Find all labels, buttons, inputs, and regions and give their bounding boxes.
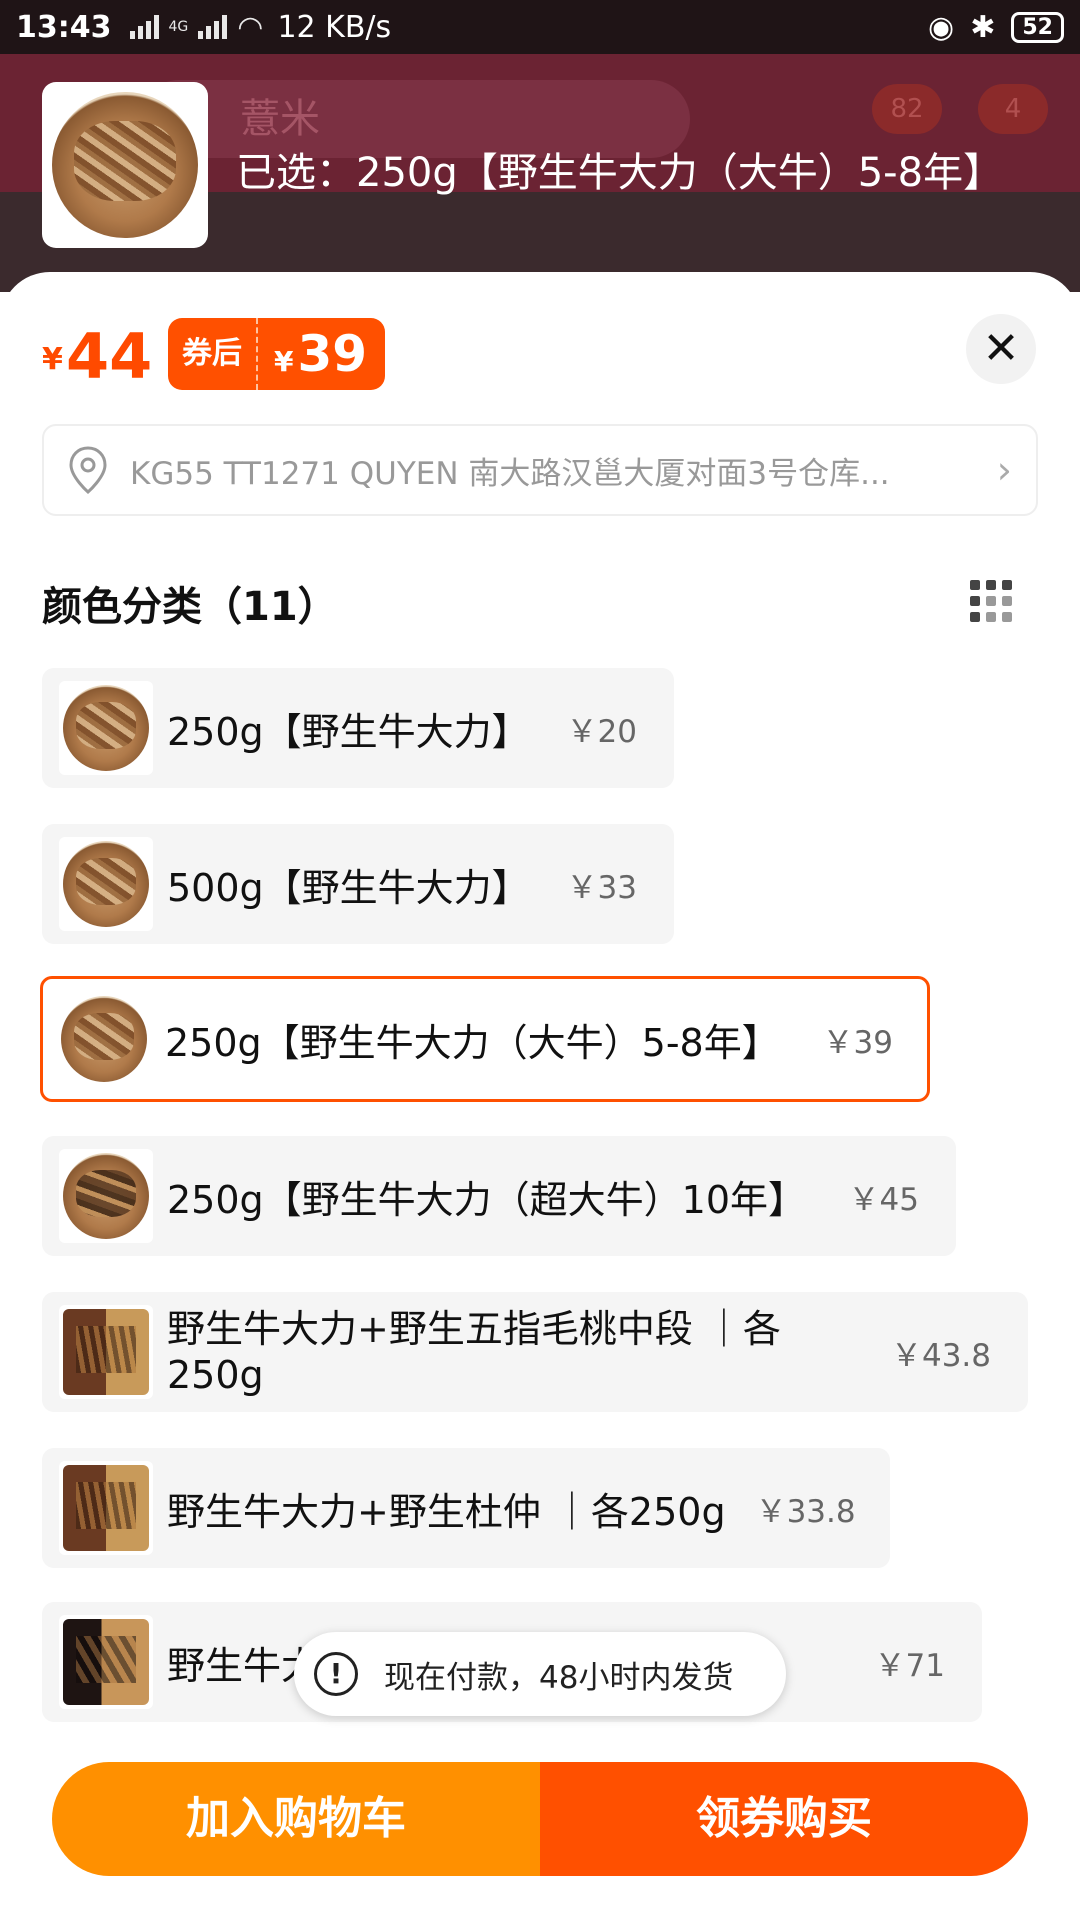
product-image <box>52 92 198 238</box>
variant-price: ￥20 <box>566 713 637 750</box>
herb-image <box>63 841 149 927</box>
status-bar: 13:43 4G ◠ 12 KB/s ◉ ✱ 52 <box>0 0 1080 54</box>
lock-icon: ◉ <box>928 9 955 45</box>
address-text: KG55 TT1271 QUYEN 南大路汉邕大厦对面3号仓库... <box>130 455 890 492</box>
bluetooth-icon: ✱ <box>970 9 996 45</box>
add-to-cart-button[interactable]: 加入购物车 <box>52 1762 540 1876</box>
herb-image <box>63 1465 149 1551</box>
grid-view-icon[interactable] <box>970 580 1012 622</box>
coupon-label: 券后 <box>168 318 258 390</box>
chevron-right-icon: › <box>996 448 1012 492</box>
variant-price: ￥33 <box>566 869 637 906</box>
variant-option[interactable]: 野生牛大力+野生杜仲 ｜各250g ￥33.8 <box>42 1448 890 1568</box>
variant-label: 250g【野生牛大力】 <box>167 709 530 754</box>
clock: 13:43 <box>16 9 112 45</box>
background-cart-badge: 82 <box>872 84 942 134</box>
background-message-badge: 4 <box>978 84 1048 134</box>
coupon-price: ¥39 <box>258 318 385 390</box>
herb-image <box>61 996 147 1082</box>
herb-image <box>63 1309 149 1395</box>
coupon-price-badge: 券后 ¥39 <box>168 318 386 390</box>
variant-label: 野生牛大力+野生杜仲 ｜各250g <box>167 1489 726 1534</box>
variant-section-title: 颜色分类（11） <box>42 584 338 630</box>
signal-icon-2 <box>198 15 228 39</box>
variant-price: ￥33.8 <box>755 1493 856 1530</box>
variant-label: 250g【野生牛大力（超大牛）10年】 <box>167 1177 807 1222</box>
wifi-icon: ◠ <box>237 9 264 45</box>
variant-thumbnail <box>59 1305 153 1399</box>
variant-thumbnail <box>59 837 153 931</box>
variant-option[interactable]: 野生牛大力+野生五指毛桃中段 ｜各250g ￥43.8 <box>42 1292 1028 1412</box>
variant-option-selected[interactable]: 250g【野生牛大力（大牛）5-8年】 ￥39 <box>40 976 930 1102</box>
variant-label: 野生牛大力+野生五指毛桃中段 ｜各250g <box>167 1307 781 1397</box>
variant-price: ￥71 <box>874 1647 945 1684</box>
variant-option[interactable]: 500g【野生牛大力】 ￥33 <box>42 824 674 944</box>
variant-thumbnail <box>59 1149 153 1243</box>
close-button[interactable]: ✕ <box>966 314 1036 384</box>
coupon-currency: ¥ <box>274 345 294 378</box>
toast-text: 现在付款，48小时内发货 <box>384 1659 734 1696</box>
location-pin-icon <box>69 446 107 494</box>
selected-variant-text: 已选：250g【野生牛大力（大牛）5-8年】 <box>236 150 1004 196</box>
current-price: 44 <box>66 320 153 393</box>
coupon-price-value: 39 <box>297 325 368 383</box>
signal-icon <box>129 15 159 39</box>
variant-price: ￥45 <box>848 1181 919 1218</box>
variant-thumbnail <box>59 1615 153 1709</box>
buy-with-coupon-button[interactable]: 领券购买 <box>540 1762 1028 1876</box>
variant-thumbnail <box>59 681 153 775</box>
variant-price: ￥39 <box>822 1024 893 1061</box>
variant-option[interactable]: 250g【野生牛大力（超大牛）10年】 ￥45 <box>42 1136 956 1256</box>
herb-image <box>63 1153 149 1239</box>
herb-image <box>63 685 149 771</box>
shipping-toast: ! 现在付款，48小时内发货 <box>294 1632 786 1716</box>
variant-thumbnail <box>57 992 151 1086</box>
herb-image <box>63 1619 149 1705</box>
delivery-address[interactable]: KG55 TT1271 QUYEN 南大路汉邕大厦对面3号仓库... › <box>42 424 1038 516</box>
variant-option[interactable]: 250g【野生牛大力】 ￥20 <box>42 668 674 788</box>
network-type: 4G <box>168 19 189 35</box>
network-speed: 12 KB/s <box>277 9 392 45</box>
variant-price: ￥43.8 <box>890 1337 991 1374</box>
selected-product-image[interactable] <box>42 82 208 248</box>
variant-label: 500g【野生牛大力】 <box>167 865 530 910</box>
close-icon: ✕ <box>982 323 1020 374</box>
variant-label: 250g【野生牛大力（大牛）5-8年】 <box>165 1020 780 1065</box>
info-icon: ! <box>314 1652 358 1696</box>
battery-icon: 52 <box>1011 11 1064 43</box>
price-currency: ¥ <box>42 342 63 377</box>
status-right: ◉ ✱ 52 <box>928 10 1064 45</box>
signal-indicators: 4G ◠ <box>129 9 264 45</box>
variant-thumbnail <box>59 1461 153 1555</box>
